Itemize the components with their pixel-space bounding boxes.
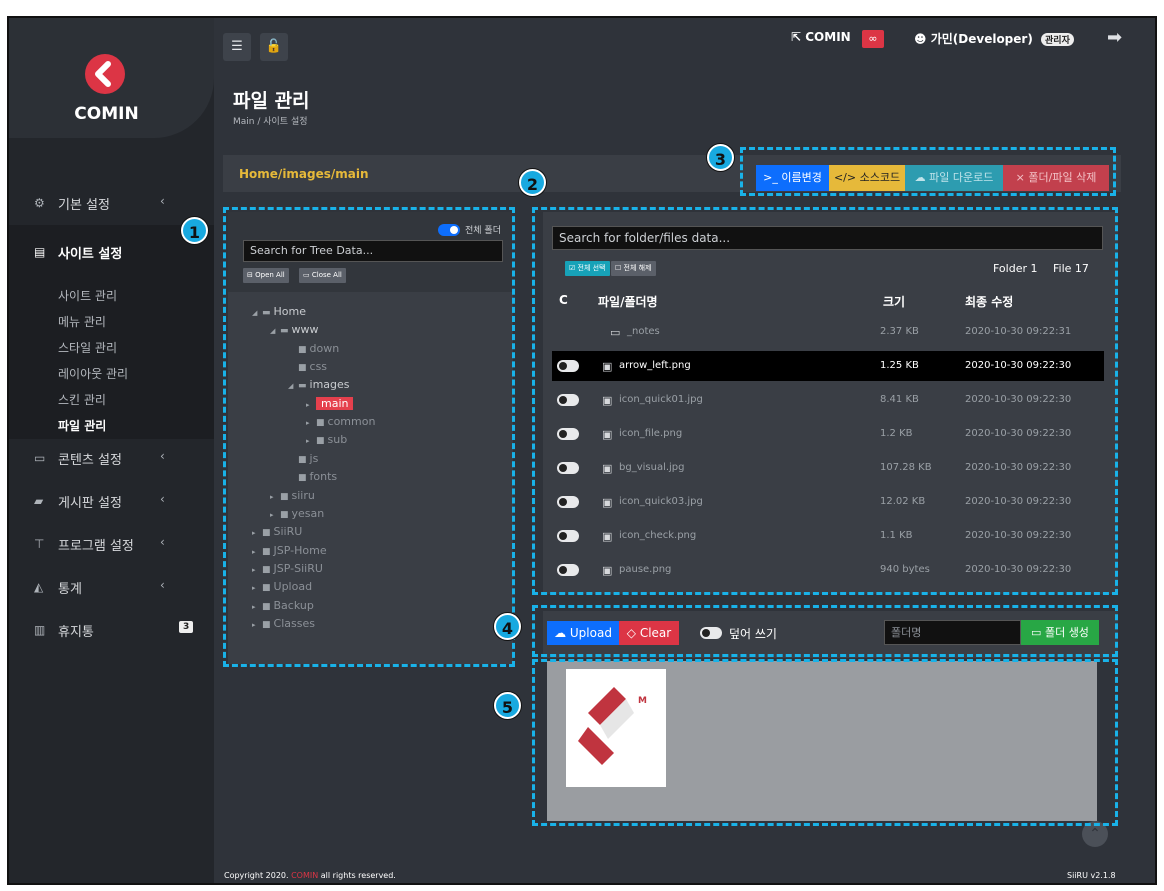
sidebar-sub-site-manage[interactable]: 사이트 관리: [58, 287, 117, 304]
chevron-left-icon: ‹: [160, 535, 165, 549]
region-outline-3: [740, 147, 1116, 196]
region-outline-1: [223, 207, 515, 667]
callout-marker-5: 5: [494, 692, 521, 719]
server-icon: ▤: [34, 245, 46, 259]
sidebar-sub-menu-manage[interactable]: 메뉴 관리: [58, 313, 106, 330]
list-toggle-button[interactable]: ☰: [223, 33, 251, 61]
app-window: COMIN ⚙ 기본 설정 ‹ ▤ 사이트 설정 사이트 관리 메뉴 관리 스타…: [7, 16, 1157, 885]
region-outline-2: [532, 207, 1118, 595]
callout-marker-4: 4: [494, 613, 521, 640]
region-outline-5: [532, 659, 1118, 826]
unlock-button[interactable]: 🔓: [260, 33, 288, 61]
chevron-left-icon: ‹: [160, 578, 165, 592]
area-chart-icon: ◭: [34, 580, 44, 594]
user-menu[interactable]: ☻ 가민(Developer) 관리자: [914, 30, 1074, 47]
chevron-left-icon: ‹: [160, 449, 165, 463]
unlock-icon: 🔓: [265, 39, 283, 54]
brand-block: COMIN: [9, 18, 214, 138]
window-icon: ▭: [34, 451, 46, 465]
sidebar-sub-file-manage[interactable]: 파일 관리: [58, 417, 106, 434]
region-outline-4: [532, 605, 1118, 657]
list-icon: ☰: [231, 39, 243, 54]
brand-name: COMIN: [74, 104, 139, 124]
trash-icon: ▥: [34, 623, 46, 637]
callout-marker-2: 2: [519, 169, 546, 196]
current-path: Home/images/main: [239, 167, 369, 181]
sidebar-sub-style-manage[interactable]: 스타일 관리: [58, 339, 117, 356]
sidebar-sub-layout-manage[interactable]: 레이아웃 관리: [58, 365, 128, 382]
logout-button[interactable]: ➡: [1107, 27, 1122, 48]
trash-count-badge: 3: [179, 621, 194, 633]
page-title: 파일 관리: [233, 90, 310, 112]
sitemap-icon: ⊤: [34, 537, 45, 551]
comin-logo[interactable]: [85, 54, 125, 94]
external-link-icon: ⇱: [791, 30, 802, 44]
role-badge: 관리자: [1041, 33, 1074, 46]
chat-icon: ▰: [34, 494, 44, 508]
chevron-left-icon: ‹: [160, 492, 165, 506]
version-label: SiiRU v2.1.8: [1067, 871, 1116, 880]
sidebar: COMIN ⚙ 기본 설정 ‹ ▤ 사이트 설정 사이트 관리 메뉴 관리 스타…: [9, 18, 214, 883]
breadcrumb: Main / 사이트 설정: [233, 117, 308, 127]
footer-brand: COMIN: [291, 871, 319, 880]
sidebar-sub-skin-manage[interactable]: 스킨 관리: [58, 391, 106, 408]
link-icon: ∞: [868, 32, 878, 45]
sidebar-group-site: ▤ 사이트 설정 사이트 관리 메뉴 관리 스타일 관리 레이아웃 관리 스킨 …: [9, 225, 214, 439]
chevron-up-icon: ⌃: [1089, 826, 1101, 842]
copyright: Copyright 2020. COMIN all rights reserve…: [224, 871, 396, 880]
user-icon: ☻: [914, 32, 927, 46]
callout-marker-1: 1: [181, 217, 208, 244]
sign-out-icon: ➡: [1107, 27, 1123, 48]
comin-link[interactable]: ⇱ COMIN: [791, 30, 851, 44]
link-button[interactable]: ∞: [862, 30, 884, 48]
callout-marker-3: 3: [707, 144, 734, 171]
chevron-left-icon: ‹: [160, 194, 165, 208]
gears-icon: ⚙: [34, 196, 45, 210]
